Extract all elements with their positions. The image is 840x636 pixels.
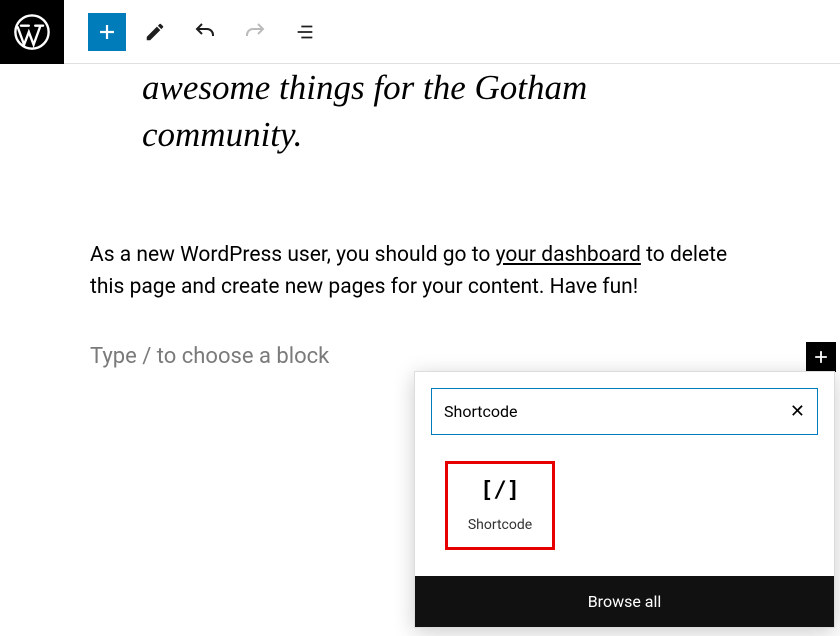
- inserter-results: [/] Shortcode: [415, 451, 834, 576]
- redo-button: [234, 11, 276, 53]
- quote-block[interactable]: awesome things for the Gotham community.: [90, 64, 750, 203]
- block-item-label: Shortcode: [468, 517, 532, 533]
- paragraph-block[interactable]: As a new WordPress user, you should go t…: [90, 239, 750, 304]
- wordpress-logo[interactable]: [0, 0, 64, 64]
- dashboard-link[interactable]: your dashboard: [496, 243, 641, 267]
- placeholder-text: Type / to choose a block: [90, 344, 329, 369]
- block-item-shortcode[interactable]: [/] Shortcode: [445, 461, 555, 550]
- clear-search-icon[interactable]: ✕: [790, 401, 805, 422]
- editor-canvas: awesome things for the Gotham community.…: [0, 64, 840, 372]
- quote-text: awesome things for the Gotham community.: [142, 64, 698, 159]
- browse-all-button[interactable]: Browse all: [415, 576, 834, 627]
- document-outline-button[interactable]: [284, 11, 326, 53]
- block-inserter-popover: ✕ [/] Shortcode Browse all: [414, 371, 835, 628]
- inserter-search: ✕: [431, 388, 818, 435]
- block-appender[interactable]: Type / to choose a block: [90, 342, 750, 372]
- undo-button[interactable]: [184, 11, 226, 53]
- edit-tools-button[interactable]: [134, 11, 176, 53]
- inserter-search-input[interactable]: [444, 402, 790, 421]
- top-toolbar: [0, 0, 840, 64]
- add-block-button[interactable]: [88, 13, 126, 51]
- inline-add-block-button[interactable]: [806, 342, 836, 372]
- paragraph-text-pre: As a new WordPress user, you should go t…: [90, 243, 496, 267]
- shortcode-icon: [/]: [480, 478, 520, 503]
